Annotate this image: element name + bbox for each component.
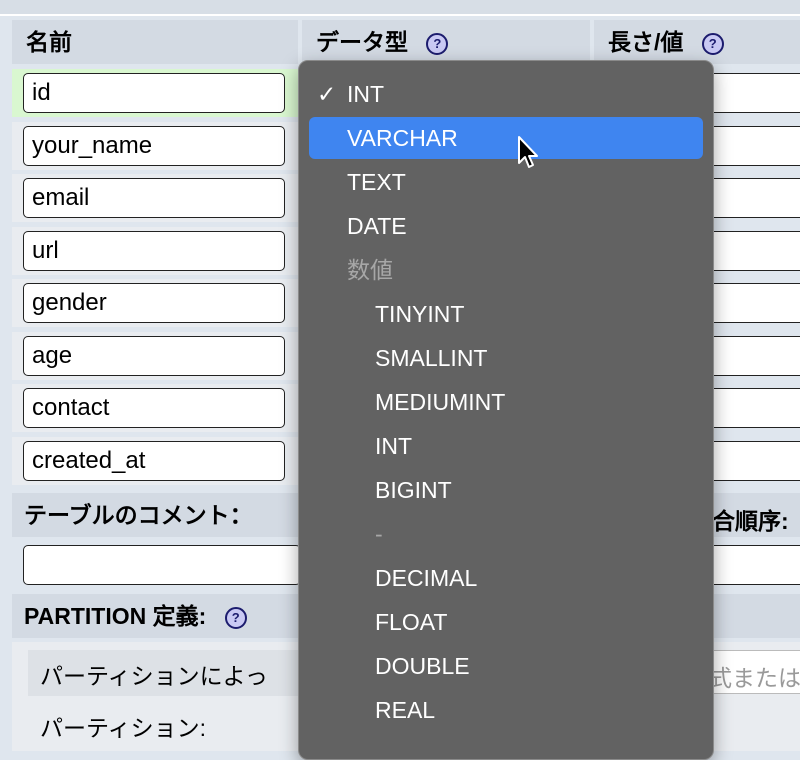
menu-item-varchar[interactable]: VARCHAR xyxy=(309,117,703,159)
field-name-input[interactable]: email xyxy=(23,178,285,218)
menu-item-label: VARCHAR xyxy=(347,125,458,151)
length-input[interactable] xyxy=(700,178,800,218)
length-input[interactable] xyxy=(700,126,800,166)
menu-item-label: INT xyxy=(347,81,385,107)
table-comment-input[interactable] xyxy=(23,545,301,585)
menu-separator-label: - xyxy=(375,521,383,547)
collation-select[interactable] xyxy=(700,545,800,585)
help-icon[interactable]: ? xyxy=(701,32,724,55)
length-input[interactable] xyxy=(700,283,800,323)
help-icon[interactable]: ? xyxy=(426,32,449,55)
length-input[interactable] xyxy=(700,231,800,271)
mouse-pointer-icon xyxy=(518,136,538,168)
menu-item-bigint[interactable]: BIGINT xyxy=(309,469,703,511)
menu-item-real[interactable]: REAL xyxy=(309,689,703,731)
menu-item-decimal[interactable]: DECIMAL xyxy=(309,557,703,599)
menu-item-label: MEDIUMINT xyxy=(375,389,506,415)
menu-item-label: REAL xyxy=(375,697,436,723)
menu-item-smallint[interactable]: SMALLINT xyxy=(309,337,703,379)
menu-item-text[interactable]: TEXT xyxy=(309,161,703,203)
menu-item-label: SMALLINT xyxy=(375,345,488,371)
menu-separator: - xyxy=(309,513,703,555)
length-input[interactable] xyxy=(700,388,800,428)
field-name-input[interactable]: contact xyxy=(23,388,285,428)
column-header-length-label: 長さ/値 xyxy=(608,29,684,55)
checkmark-icon: ✓ xyxy=(317,81,337,107)
menu-item-label: FLOAT xyxy=(375,609,448,635)
partition-count-label: パーティション: xyxy=(40,715,207,741)
length-input[interactable] xyxy=(700,441,800,481)
menu-item-double[interactable]: DOUBLE xyxy=(309,645,703,687)
help-icon[interactable]: ? xyxy=(224,606,247,629)
menu-item-tinyint[interactable]: TINYINT xyxy=(309,293,703,335)
length-input[interactable] xyxy=(700,336,800,376)
partition-label: PARTITION 定義: xyxy=(24,603,207,629)
field-name-input[interactable]: gender xyxy=(23,283,285,323)
field-name-input[interactable]: created_at xyxy=(23,441,285,481)
menu-item-date[interactable]: DATE xyxy=(309,205,703,247)
partition-expression-placeholder: 式または xyxy=(709,665,800,691)
menu-item-label: DECIMAL xyxy=(375,565,478,591)
data-type-dropdown-menu: ✓ INT VARCHAR TEXT DATE 数値 TINYINT SMALL… xyxy=(298,60,714,760)
column-header-name: 名前 xyxy=(12,20,298,64)
menu-item-label: INT xyxy=(375,433,413,459)
menu-item-label: DATE xyxy=(347,213,407,239)
menu-item-float[interactable]: FLOAT xyxy=(309,601,703,643)
column-header-type: データ型 ? xyxy=(302,20,590,64)
column-header-length: 長さ/値 ? xyxy=(594,20,800,64)
column-header-name-label: 名前 xyxy=(26,29,72,55)
field-name-input[interactable]: your_name xyxy=(23,126,285,166)
table-comment-label: テーブルのコメント： xyxy=(24,502,253,528)
menu-item-label: TINYINT xyxy=(375,301,465,327)
field-name-input[interactable]: age xyxy=(23,336,285,376)
menu-item-label: DOUBLE xyxy=(375,653,470,679)
menu-item-int-numeric[interactable]: INT xyxy=(309,425,703,467)
menu-item-label: BIGINT xyxy=(375,477,452,503)
partition-by-text: パーティションによっ xyxy=(40,663,268,689)
menu-item-label: TEXT xyxy=(347,169,406,195)
field-name-input[interactable]: url xyxy=(23,231,285,271)
partition-expression-input[interactable]: 式または xyxy=(700,650,800,694)
field-name-input[interactable]: id xyxy=(23,73,285,113)
column-header-type-label: データ型 xyxy=(316,29,408,55)
top-band xyxy=(0,0,800,16)
collation-label: 合順序: xyxy=(712,508,789,534)
menu-group-numeric: 数値 xyxy=(309,249,703,291)
menu-item-mediumint[interactable]: MEDIUMINT xyxy=(309,381,703,423)
menu-group-label: 数値 xyxy=(347,257,393,283)
length-input[interactable] xyxy=(700,73,800,113)
menu-item-int[interactable]: ✓ INT xyxy=(309,73,703,115)
